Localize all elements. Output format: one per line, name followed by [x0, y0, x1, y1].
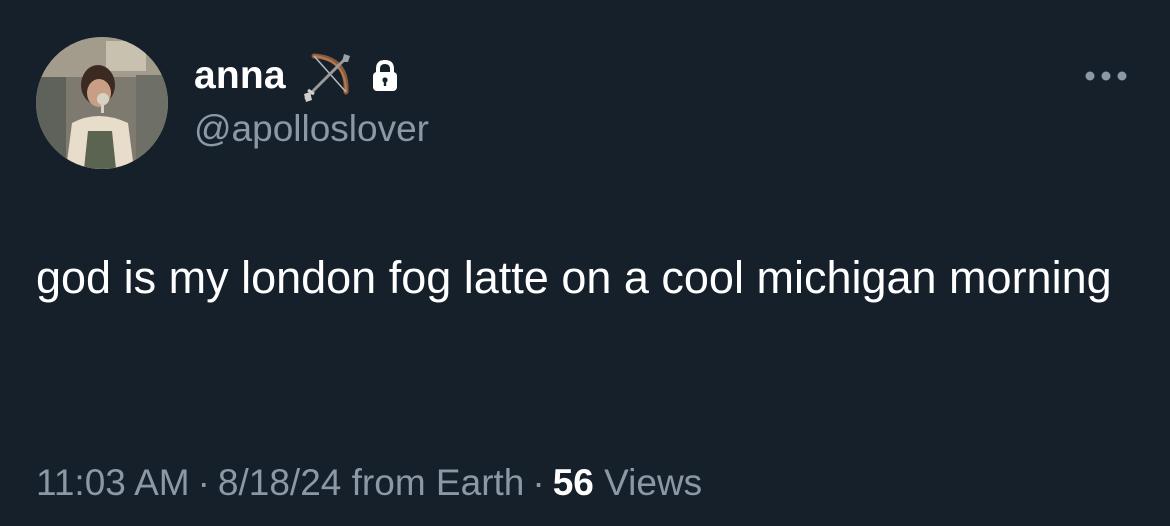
lock-icon	[370, 59, 400, 93]
tweet-source: from Earth	[351, 462, 525, 503]
avatar-photo	[36, 37, 168, 169]
author-name-row: anna	[194, 52, 400, 102]
more-options-button[interactable]	[1082, 60, 1130, 92]
bow-and-arrow-icon	[298, 48, 354, 104]
avatar[interactable]	[36, 37, 168, 169]
meta-separator: ·	[532, 462, 545, 503]
author-handle[interactable]: @apolloslover	[194, 108, 429, 150]
tweet: anna @apolloslover god is my london fog …	[0, 0, 1170, 526]
views-count[interactable]: 56	[553, 462, 594, 503]
views-label: Views	[604, 462, 703, 503]
meta-separator: ·	[197, 462, 210, 503]
tweet-date[interactable]: 8/18/24	[218, 462, 341, 503]
author-display-name[interactable]: anna	[194, 54, 286, 98]
tweet-meta: 11:03 AM · 8/18/24 from Earth · 56 Views	[36, 462, 702, 504]
tweet-time[interactable]: 11:03 AM	[36, 462, 190, 503]
more-options-icon	[1085, 71, 1127, 81]
tweet-text: god is my london fog latte on a cool mic…	[36, 252, 1112, 303]
